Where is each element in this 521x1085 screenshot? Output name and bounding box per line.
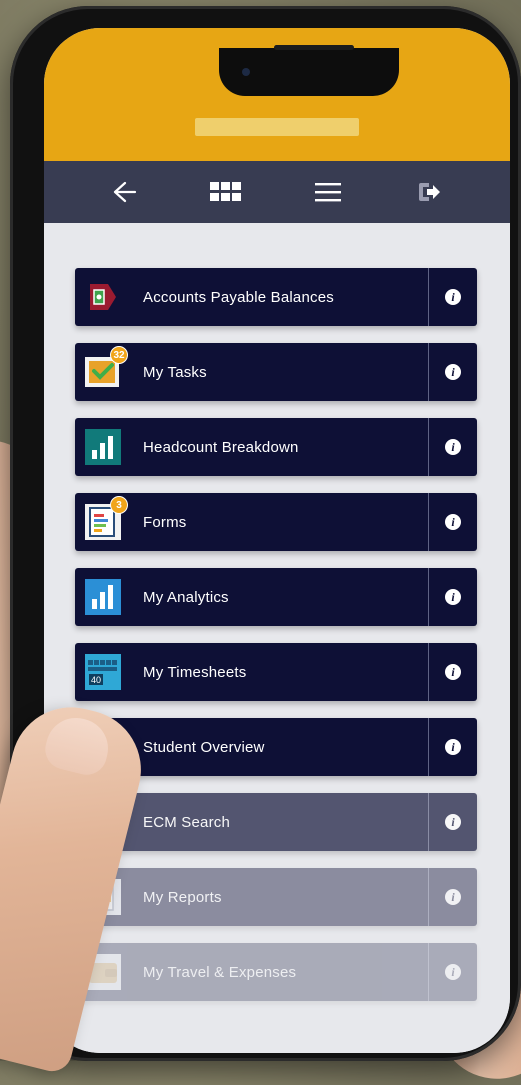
tile-my-timesheets[interactable]: 40 My Timesheets i [75, 643, 477, 701]
tile-label: My Reports [143, 888, 222, 906]
tile-list: Accounts Payable Balances i 32 My Tasks … [75, 268, 477, 1018]
tile-list-area: Accounts Payable Balances i 32 My Tasks … [44, 223, 510, 1053]
tile-my-analytics[interactable]: My Analytics i [75, 568, 477, 626]
info-icon: i [445, 739, 461, 755]
forms-icon: 3 [85, 496, 128, 540]
info-icon: i [445, 364, 461, 380]
info-icon: i [445, 589, 461, 605]
info-button[interactable]: i [429, 493, 477, 551]
tile-ecm-search[interactable]: ECM Search i [75, 793, 477, 851]
info-button[interactable]: i [429, 718, 477, 776]
header-title-placeholder [195, 118, 359, 136]
tile-label: My Tasks [143, 363, 207, 381]
tile-travel-expenses[interactable]: My Travel & Expenses i [75, 943, 477, 1001]
info-button[interactable]: i [429, 943, 477, 1001]
tile-forms[interactable]: 3 Forms i [75, 493, 477, 551]
tile-label: Headcount Breakdown [143, 438, 299, 456]
payable-icon [85, 279, 121, 315]
tile-label: My Travel & Expenses [143, 963, 297, 981]
logout-button[interactable] [409, 172, 449, 212]
info-button[interactable]: i [429, 418, 477, 476]
timesheet-hours-text: 40 [91, 675, 101, 685]
tasks-icon: 32 [85, 346, 128, 390]
info-icon: i [445, 889, 461, 905]
info-icon: i [445, 964, 461, 980]
info-icon: i [445, 814, 461, 830]
front-camera [242, 68, 250, 76]
info-button[interactable]: i [429, 793, 477, 851]
thumbnail [41, 711, 115, 779]
tile-my-reports[interactable]: My Reports i [75, 868, 477, 926]
info-button[interactable]: i [429, 568, 477, 626]
phone-speaker [274, 45, 354, 50]
tile-label: Accounts Payable Balances [143, 288, 334, 306]
info-button[interactable]: i [429, 868, 477, 926]
menu-button[interactable] [308, 172, 348, 212]
bar-chart-icon [85, 429, 121, 465]
tile-my-tasks[interactable]: 32 My Tasks i [75, 343, 477, 401]
info-icon: i [445, 664, 461, 680]
notification-badge: 3 [110, 496, 128, 514]
info-button[interactable]: i [429, 268, 477, 326]
hamburger-menu-icon [314, 183, 341, 202]
info-icon: i [445, 514, 461, 530]
tile-label: My Analytics [143, 588, 229, 606]
timesheet-icon: 40 [85, 654, 121, 690]
apps-grid-button[interactable] [206, 172, 246, 212]
back-button[interactable] [105, 172, 145, 212]
grid-icon [210, 182, 242, 201]
phone-screen: Accounts Payable Balances i 32 My Tasks … [44, 28, 510, 1053]
tile-label: Forms [143, 513, 187, 531]
tile-label: ECM Search [143, 813, 231, 831]
notification-badge: 32 [110, 346, 128, 364]
tile-headcount-breakdown[interactable]: Headcount Breakdown i [75, 418, 477, 476]
arrow-left-icon [113, 181, 136, 203]
info-icon: i [445, 439, 461, 455]
analytics-icon [85, 579, 121, 615]
info-button[interactable]: i [429, 643, 477, 701]
logout-icon [419, 183, 441, 201]
tile-label: My Timesheets [143, 663, 247, 681]
info-icon: i [445, 289, 461, 305]
info-button[interactable]: i [429, 343, 477, 401]
nav-bar [44, 161, 510, 223]
tile-label: Student Overview [143, 738, 265, 756]
tile-accounts-payable[interactable]: Accounts Payable Balances i [75, 268, 477, 326]
